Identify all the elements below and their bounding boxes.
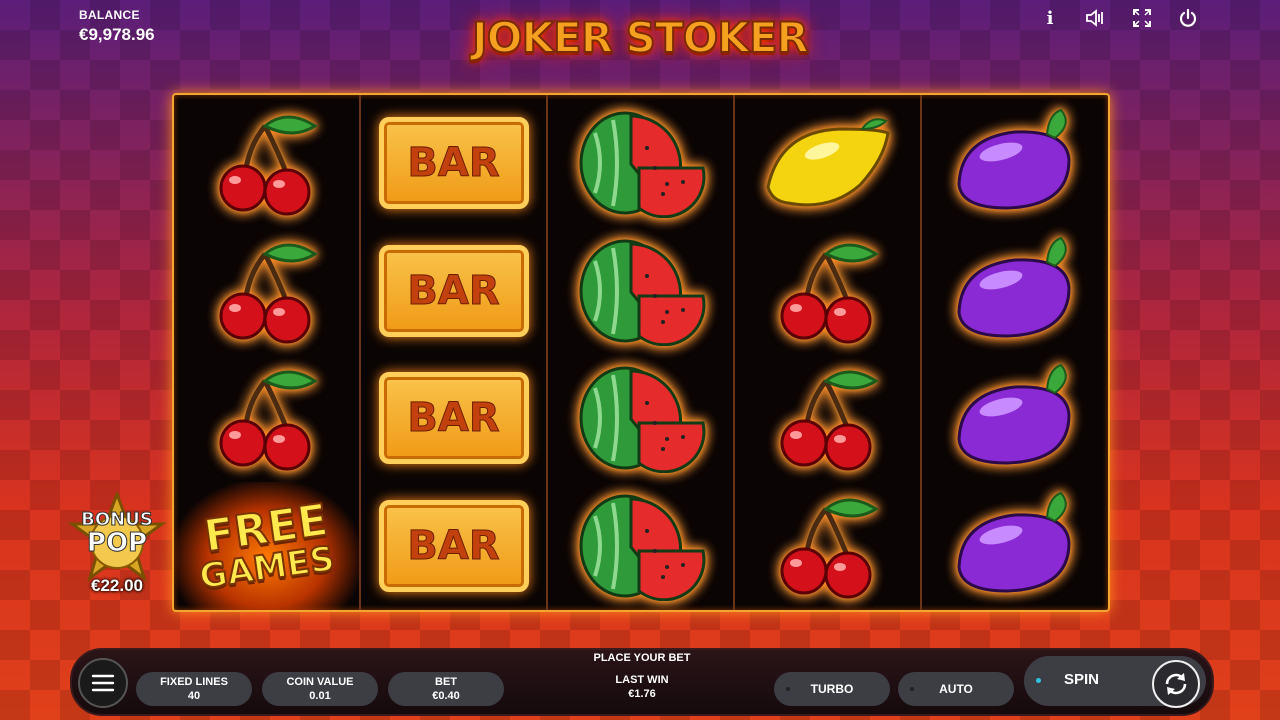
fullscreen-icon[interactable]	[1130, 6, 1154, 30]
sound-icon[interactable]	[1084, 6, 1108, 30]
watermelon-symbol	[548, 354, 733, 482]
cherry-icon	[219, 115, 318, 216]
balance-value: €9,978.96	[79, 25, 155, 44]
cherry-symbol	[735, 354, 920, 482]
bonus-pop-text: BONUS POP	[64, 509, 170, 558]
watermelon-icon	[579, 239, 705, 346]
plum-icon	[956, 491, 1071, 593]
auto-toggle[interactable]: AUTO	[898, 672, 1014, 706]
plum-icon	[956, 363, 1071, 465]
plum-symbol	[922, 482, 1107, 610]
bar-label: BAR	[378, 117, 529, 209]
last-win-value: €1.76	[628, 688, 656, 700]
spin-indicator	[1036, 678, 1041, 683]
auto-label: AUTO	[939, 682, 973, 696]
free-games-symbol: FREE GAMES	[174, 482, 359, 610]
bonus-pop-badge[interactable]: BONUS POP €22.00	[64, 489, 170, 600]
watermelon-symbol	[548, 99, 733, 227]
watermelon-icon	[579, 111, 705, 218]
fixed-lines-label: FIXED LINES	[160, 676, 228, 688]
cherry-icon	[780, 370, 879, 471]
info-glyph: i	[1046, 7, 1054, 29]
lemon-icon	[765, 118, 890, 207]
auto-indicator	[910, 687, 914, 691]
bonus-pop-line2: POP	[86, 528, 148, 558]
watermelon-symbol	[548, 482, 733, 610]
lemon-symbol	[735, 99, 920, 227]
cherry-symbol	[174, 354, 359, 482]
bar-label: BAR	[378, 500, 529, 592]
spin-label: SPIN	[1064, 671, 1100, 688]
bar-label: BAR	[378, 245, 529, 337]
plum-symbol	[922, 99, 1107, 227]
bar-symbol: BAR	[361, 354, 546, 482]
turbo-label: TURBO	[810, 682, 854, 696]
bet-selector[interactable]: BET €0.40	[388, 672, 504, 706]
watermelon-icon	[579, 494, 705, 601]
cherry-icon	[780, 243, 879, 344]
coin-value-value: 0.01	[309, 690, 331, 702]
plum-icon	[956, 108, 1071, 210]
coin-value-label: COIN VALUE	[286, 676, 354, 688]
spin-arrows-icon	[1152, 660, 1200, 708]
bar-label: BAR	[378, 372, 529, 464]
reel-2: BAR BAR BAR BAR	[361, 95, 548, 610]
cherry-icon	[219, 370, 318, 471]
bonus-pop-line1: BONUS	[81, 509, 154, 530]
reel-grid: FREE GAMES BAR BAR BAR BAR	[172, 93, 1110, 612]
plum-icon	[956, 236, 1071, 338]
coin-value-selector[interactable]: COIN VALUE 0.01	[262, 672, 378, 706]
cherry-symbol	[174, 99, 359, 227]
bar-symbol: BAR	[361, 482, 546, 610]
bar-symbol: BAR	[361, 99, 546, 227]
last-win-label: LAST WIN	[615, 674, 669, 686]
reel-4	[735, 95, 922, 610]
bottom-control-bar: PLACE YOUR BET FIXED LINES 40 COIN VALUE…	[70, 648, 1214, 716]
info-icon[interactable]: i	[1038, 6, 1062, 30]
plum-symbol	[922, 227, 1107, 355]
cherry-icon	[780, 498, 879, 599]
bet-value: €0.40	[432, 690, 460, 702]
turbo-toggle[interactable]: TURBO	[774, 672, 890, 706]
spin-button[interactable]: SPIN	[1024, 656, 1206, 708]
cherry-symbol	[735, 482, 920, 610]
fixed-lines-value: 40	[187, 690, 201, 702]
watermelon-symbol	[548, 227, 733, 355]
bar-symbol: BAR	[361, 227, 546, 355]
hamburger-icon	[91, 674, 115, 692]
game-logo: JOKER STOKER	[471, 12, 810, 63]
reel-3	[548, 95, 735, 610]
last-win-display: LAST WIN €1.76	[592, 674, 692, 700]
balance-display: BALANCE €9,978.96	[79, 8, 155, 45]
cherry-icon	[219, 243, 318, 344]
plum-symbol	[922, 354, 1107, 482]
menu-button[interactable]	[78, 658, 128, 708]
power-icon[interactable]	[1176, 6, 1200, 30]
cherry-symbol	[735, 227, 920, 355]
fixed-lines-display: FIXED LINES 40	[136, 672, 252, 706]
watermelon-icon	[579, 366, 705, 473]
bonus-pop-amount: €22.00	[91, 576, 143, 595]
reel-5	[922, 95, 1107, 610]
balance-label: BALANCE	[79, 8, 140, 22]
top-controls: i	[1038, 6, 1200, 30]
bet-label: BET	[435, 676, 457, 688]
reel-1: FREE GAMES	[174, 95, 361, 610]
turbo-indicator	[786, 687, 790, 691]
cherry-symbol	[174, 227, 359, 355]
